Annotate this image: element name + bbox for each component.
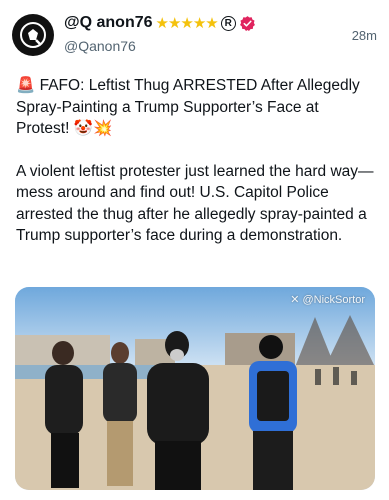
avatar[interactable] [12,14,54,56]
post-media-image[interactable]: ✕ @NickSortor [15,287,375,490]
registered-mark-icon: R [220,15,236,31]
author-display-name[interactable]: @Q anon76 [64,14,153,32]
verified-badge-icon [239,15,255,31]
post-text: 🚨 FAFO: Leftist Thug ARRESTED After Alle… [16,75,376,247]
post-body: A violent leftist protester just learned… [16,162,374,245]
post-header: @Q anon76 ★★★★★ R @Qanon76 28m [12,12,377,58]
protest-photo [15,287,375,490]
post-headline: 🚨 FAFO: Leftist Thug ARRESTED After Alle… [16,77,360,137]
star-badges: ★★★★★ [155,15,219,32]
author-handle[interactable]: @Qanon76 [64,38,136,54]
media-watermark: ✕ @NickSortor [290,294,365,306]
post-timestamp[interactable]: 28m [352,28,377,43]
q-emblem-icon [20,22,46,48]
author-name-row: @Q anon76 ★★★★★ R [64,14,256,32]
